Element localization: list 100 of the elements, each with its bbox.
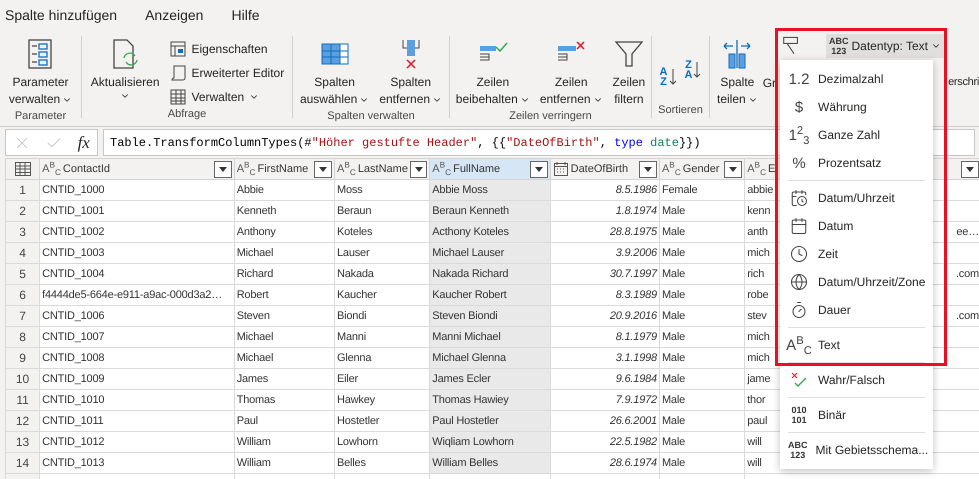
table-cell: Robert [234,284,334,306]
table-cell: Manni Michael [430,326,550,348]
table-cell: Male [659,200,745,222]
column-header[interactable]: A$^{B}$$_{C}$ LastName [334,158,430,180]
filter-button[interactable] [638,160,657,178]
table-cell: Beraun Kenneth [430,200,550,222]
table-cell-text: robe [747,289,768,301]
filter-button[interactable] [961,160,979,178]
table-cell: Male [659,452,745,474]
menu-item[interactable]: Dauer [780,296,933,324]
menu-item[interactable]: 1.2 Dezimalzahl [780,65,933,93]
menu-tab[interactable]: Hilfe [231,3,260,29]
menu-item[interactable]: Wahr/Falsch [780,366,933,394]
menu-item[interactable]: $ Währung [780,93,933,121]
table-cell: f4444de5-664e-e911-a9ac-000d3a2… [40,284,234,306]
sort-button[interactable]: Z A [682,36,704,104]
ribbon-button-label[interactable]: Gr [762,76,776,110]
ribbon-button[interactable]: Aktualisieren [88,36,162,108]
table-cell: Paul Hostetler [430,410,550,432]
down-arrow-icon [693,61,702,79]
table-cell: CNTID_1003 [40,242,234,264]
table-cell: Wiqliam Lowhorn [430,432,550,452]
table-cell: Male [659,306,745,326]
table-cell-text: will [747,457,762,469]
menu-item[interactable]: Datum [780,212,933,240]
table-cell: William [234,452,334,474]
column-header[interactable]: DateOfBirth [550,158,660,180]
group-label: Spalten verwalten [326,110,416,122]
table-cell: Lauser [334,242,430,264]
menu-item[interactable]: 010 101 Binär [780,401,933,429]
menu-item[interactable]: Zeit [780,240,933,268]
table-cell-text: .com [956,268,979,280]
sort-button[interactable]: A Z [658,50,678,104]
table-cell: 8.5.1986 [550,180,660,200]
table-cell: CNTID_1000 [40,180,234,200]
table-cell: Male [659,222,745,242]
ribbon-button[interactable]: Parameter verwalten [6,36,76,110]
ribbon-button[interactable]: Eigenschaften [166,38,286,60]
group-label: Sortieren [657,104,704,118]
ribbon-button[interactable]: Spalten entfernen [376,36,446,110]
menu-tab[interactable]: Spalte hinzufügen [5,3,118,29]
ribbon-button[interactable]: Erweiterter Editor [166,62,286,84]
table-cell: 8.3.1989 [550,284,660,306]
table-cell: 1.8.1974 [550,200,660,222]
table-cell: Richard [234,264,334,284]
table-cell: Eiler [334,368,430,390]
ribbon-button[interactable]: Zeilen filtern [610,36,648,110]
ribbon-button[interactable]: Verwalten [166,86,286,108]
table-cell-text: paul [747,415,768,427]
filter-button[interactable] [530,160,548,178]
filter-button[interactable] [314,160,332,178]
column-header[interactable]: A$^{B}$$_{C}$ Gender [659,158,745,180]
table-cell: Belles [334,452,430,474]
menu-item[interactable]: Datum/Uhrzeit [780,184,933,212]
menu-item[interactable]: Datum/Uhrzeit/Zone [780,268,933,296]
column-name: FirstName [258,163,310,175]
table-cell-text: mich [747,331,770,343]
row-number: 14 [6,452,40,474]
table-cell: Kenneth [234,200,334,222]
table-icon[interactable] [14,161,32,177]
table-cell: 3.9.2006 [550,242,660,264]
menu-tab[interactable]: Anzeigen [145,3,204,29]
ribbon-button[interactable]: Spalte teilen [714,36,761,110]
column-name: LastName [358,163,408,175]
row-number: 8 [6,326,40,348]
table-cell: 3.1.1998 [550,348,660,368]
globe-icon [790,273,808,291]
filter-button[interactable] [724,160,742,178]
table-cell: CNTID_1007 [40,326,234,348]
row-number: 6 [6,284,40,306]
table-cell-text: kenn [747,205,770,217]
filter-button[interactable] [214,160,232,178]
ribbon-button[interactable]: Zeilen entfernen [536,36,606,110]
column-header[interactable]: A$^{B}$$_{C}$ FirstName [234,158,334,180]
table-cell: Male [659,242,745,264]
column-header[interactable]: A$^{B}$$_{C}$ FullName [430,158,550,180]
table-cell: Male [659,368,745,390]
table-cell: CNTID_1001 [40,200,234,222]
down-arrow-icon [668,68,676,86]
table-cell: Michael Lauser [430,242,550,264]
column-header[interactable]: A$^{B}$$_{C}$ ContactId [40,158,234,180]
ribbon-button[interactable]: Zeilen beibehalten [452,36,533,110]
table-cell: Michael [234,326,334,348]
table-cell-text: mich [747,352,770,364]
table-cell: Abbie Moss [430,180,550,200]
column-name: DateOfBirth [570,163,630,175]
menu-item[interactable]: % Prozentsatz [780,149,933,177]
ribbon-button-label[interactable]: erschri [948,76,979,126]
check-cross-icon [790,371,808,389]
row-number: 12 [6,410,40,432]
table-cell: 28.6.1974 [550,452,660,474]
filter-button[interactable] [410,160,428,178]
table-cell: Michael [234,242,334,264]
table-cell: CNTID_1004 [40,264,234,284]
row-number: 1 [6,180,40,200]
calendar-icon [552,161,569,177]
ribbon-button[interactable]: Spalten auswählen [296,36,372,110]
table-cell: Female [659,180,745,200]
table-cell: Male [659,348,745,368]
column-name: ContactId [62,163,112,175]
